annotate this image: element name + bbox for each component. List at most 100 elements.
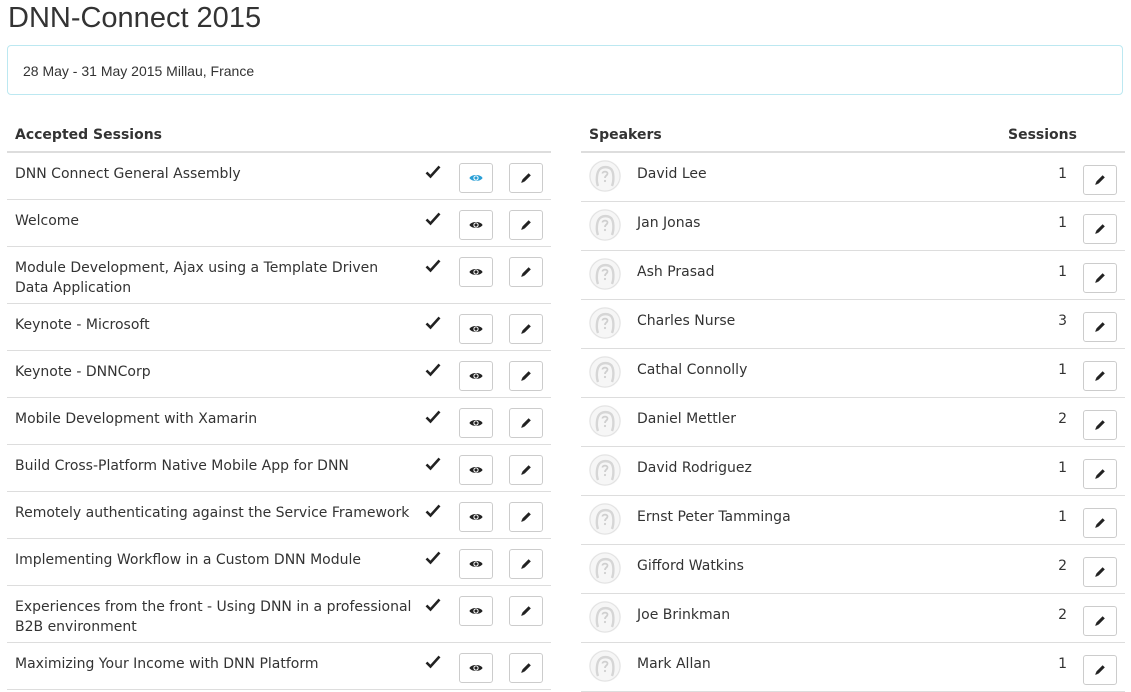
view-session-button[interactable] — [459, 163, 493, 193]
default-avatar-icon — [589, 601, 621, 633]
edit-session-button[interactable] — [509, 549, 543, 579]
edit-speaker-button[interactable] — [1083, 312, 1117, 342]
pencil-icon — [519, 661, 533, 675]
speaker-session-count: 2 — [1058, 607, 1067, 623]
check-icon — [425, 597, 441, 613]
pencil-icon — [1093, 565, 1107, 579]
edit-session-button[interactable] — [509, 314, 543, 344]
speakers-table-header: Speakers Sessions — [581, 119, 1125, 153]
event-info-box: 28 May - 31 May 2015 Millau, France — [7, 45, 1123, 95]
speaker-row: Ernst Peter Tamminga 1 — [581, 496, 1125, 545]
edit-speaker-button[interactable] — [1083, 165, 1117, 195]
pencil-icon — [519, 369, 533, 383]
edit-session-button[interactable] — [509, 653, 543, 683]
speaker-row: Mark Allan 1 — [581, 643, 1125, 692]
edit-speaker-button[interactable] — [1083, 557, 1117, 587]
accepted-sessions-heading: Accepted Sessions — [15, 127, 162, 143]
pencil-icon — [519, 218, 533, 232]
pencil-icon — [1093, 516, 1107, 530]
view-session-button[interactable] — [459, 653, 493, 683]
eye-icon — [469, 510, 483, 524]
view-session-button[interactable] — [459, 314, 493, 344]
default-avatar-icon — [589, 454, 621, 486]
page-title: DNN-Connect 2015 — [8, 2, 262, 34]
speaker-session-count: 1 — [1058, 460, 1067, 476]
speaker-session-count: 3 — [1058, 313, 1067, 329]
pencil-icon — [519, 604, 533, 618]
sessions-table-header: Accepted Sessions — [7, 119, 551, 153]
pencil-icon — [1093, 467, 1107, 481]
speaker-name: Ernst Peter Tamminga — [637, 509, 791, 525]
edit-session-button[interactable] — [509, 361, 543, 391]
speaker-session-count: 1 — [1058, 264, 1067, 280]
default-avatar-icon — [589, 160, 621, 192]
speaker-name: Joe Brinkman — [637, 607, 731, 623]
session-title: Remotely authenticating against the Serv… — [15, 505, 410, 521]
speaker-session-count: 1 — [1058, 166, 1067, 182]
speaker-name: David Lee — [637, 166, 707, 182]
speaker-row: Cathal Connolly 1 — [581, 349, 1125, 398]
speaker-name: Mark Allan — [637, 656, 711, 672]
view-session-button[interactable] — [459, 361, 493, 391]
sessions-table: Accepted Sessions DNN Connect General As… — [7, 119, 551, 690]
default-avatar-icon — [589, 552, 621, 584]
check-icon — [425, 409, 441, 425]
session-row: Experiences from the front - Using DNN i… — [7, 586, 551, 643]
session-title: Implementing Workflow in a Custom DNN Mo… — [15, 552, 362, 568]
speaker-name: Gifford Watkins — [637, 558, 744, 574]
edit-speaker-button[interactable] — [1083, 606, 1117, 636]
view-session-button[interactable] — [459, 502, 493, 532]
session-title: Experiences from the front - Using DNN i… — [15, 599, 412, 635]
edit-session-button[interactable] — [509, 502, 543, 532]
edit-speaker-button[interactable] — [1083, 459, 1117, 489]
eye-icon — [469, 463, 483, 477]
edit-speaker-button[interactable] — [1083, 214, 1117, 244]
check-icon — [425, 550, 441, 566]
pencil-icon — [1093, 663, 1107, 677]
view-session-button[interactable] — [459, 549, 493, 579]
edit-session-button[interactable] — [509, 596, 543, 626]
speaker-row: David Lee 1 — [581, 153, 1125, 202]
edit-session-button[interactable] — [509, 163, 543, 193]
edit-session-button[interactable] — [509, 257, 543, 287]
edit-speaker-button[interactable] — [1083, 508, 1117, 538]
session-title: DNN Connect General Assembly — [15, 166, 241, 182]
edit-session-button[interactable] — [509, 455, 543, 485]
check-icon — [425, 654, 441, 670]
speaker-session-count: 1 — [1058, 656, 1067, 672]
check-icon — [425, 503, 441, 519]
session-title: Module Development, Ajax using a Templat… — [15, 260, 379, 296]
view-session-button[interactable] — [459, 257, 493, 287]
view-session-button[interactable] — [459, 210, 493, 240]
session-title: Mobile Development with Xamarin — [15, 411, 258, 427]
speaker-row: Daniel Mettler 2 — [581, 398, 1125, 447]
check-icon — [425, 315, 441, 331]
speaker-name: Cathal Connolly — [637, 362, 748, 378]
view-session-button[interactable] — [459, 408, 493, 438]
edit-speaker-button[interactable] — [1083, 361, 1117, 391]
pencil-icon — [519, 416, 533, 430]
eye-icon — [469, 557, 483, 571]
default-avatar-icon — [589, 503, 621, 535]
speakers-table: Speakers Sessions David Lee 1 Jan Jonas 1 As… — [581, 119, 1125, 692]
speaker-row: Ash Prasad 1 — [581, 251, 1125, 300]
view-session-button[interactable] — [459, 596, 493, 626]
edit-session-button[interactable] — [509, 408, 543, 438]
edit-session-button[interactable] — [509, 210, 543, 240]
edit-speaker-button[interactable] — [1083, 410, 1117, 440]
speaker-session-count: 2 — [1058, 411, 1067, 427]
session-title: Welcome — [15, 213, 80, 229]
edit-speaker-button[interactable] — [1083, 655, 1117, 685]
edit-speaker-button[interactable] — [1083, 263, 1117, 293]
pencil-icon — [519, 463, 533, 477]
session-title: Maximizing Your Income with DNN Platform — [15, 656, 319, 672]
view-session-button[interactable] — [459, 455, 493, 485]
speaker-name: Ash Prasad — [637, 264, 715, 280]
eye-icon — [469, 369, 483, 383]
session-row: Keynote - Microsoft — [7, 304, 551, 351]
pencil-icon — [519, 322, 533, 336]
default-avatar-icon — [589, 307, 621, 339]
speaker-name: Jan Jonas — [637, 215, 701, 231]
check-icon — [425, 456, 441, 472]
session-row: DNN Connect General Assembly — [7, 153, 551, 200]
